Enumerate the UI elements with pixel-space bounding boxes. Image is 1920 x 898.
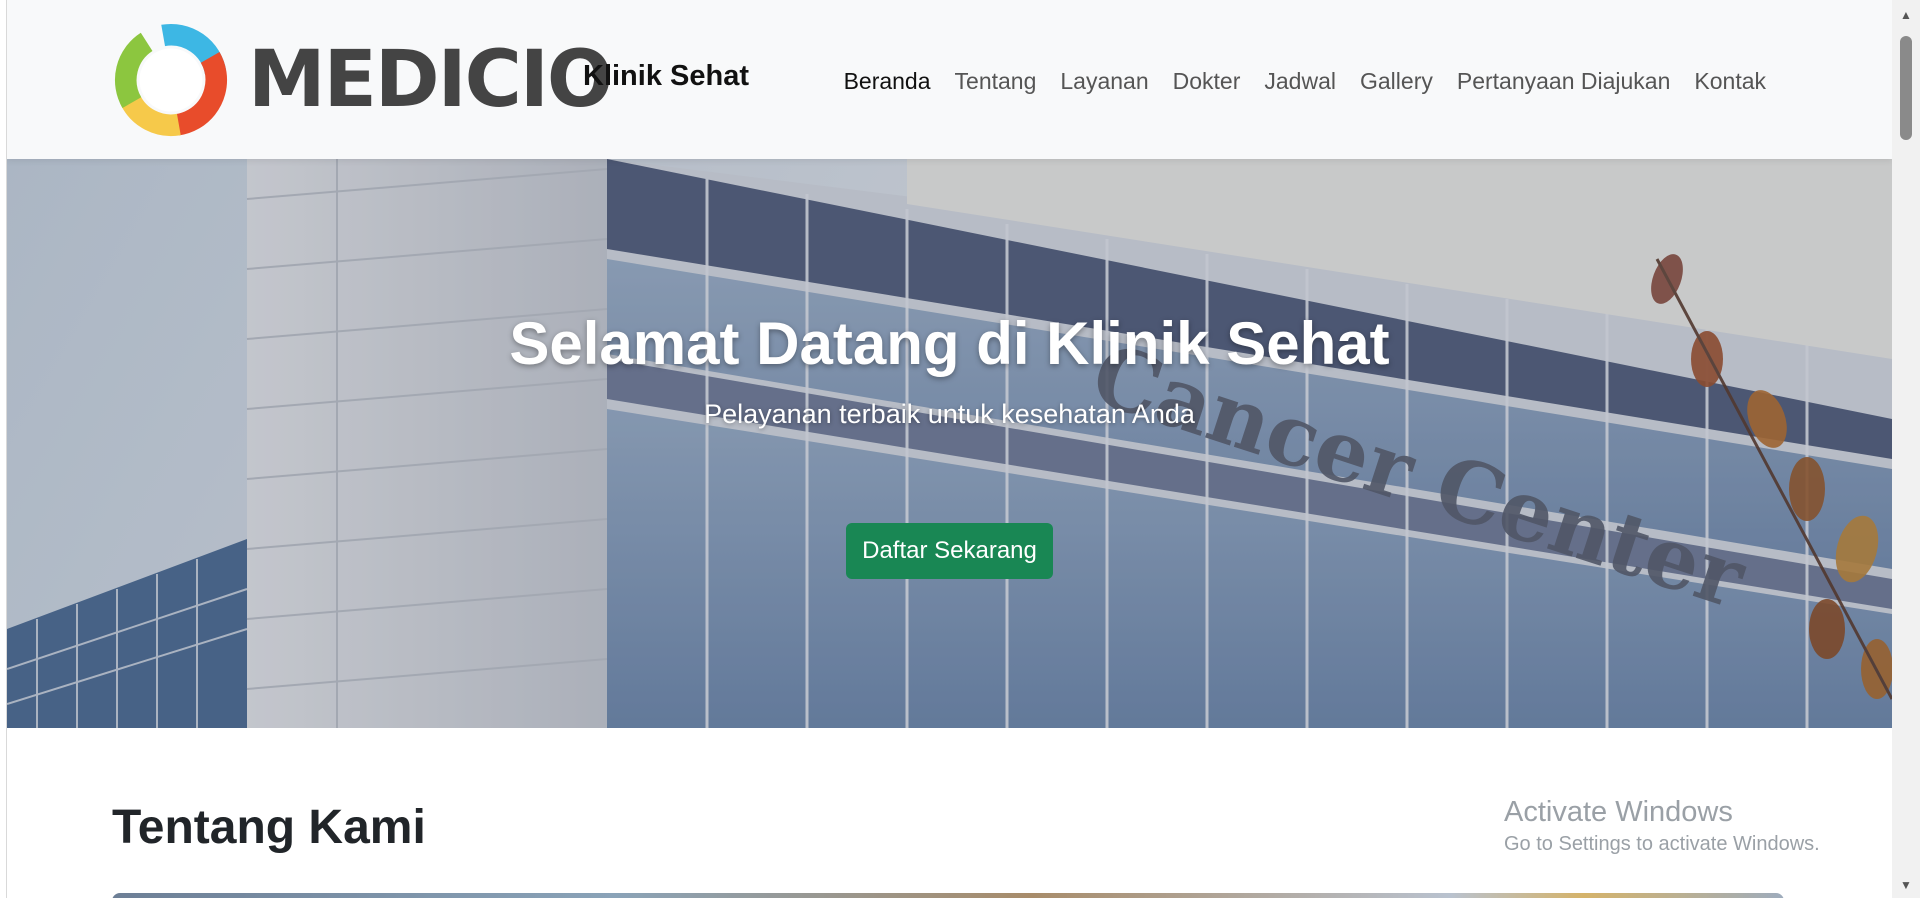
about-section-title: Tentang Kami — [112, 801, 426, 854]
watermark-subtitle: Go to Settings to activate Windows. — [1504, 833, 1820, 855]
scrollbar-thumb[interactable] — [1900, 36, 1912, 140]
nav-link-faq[interactable]: Pertanyaan Diajukan — [1445, 68, 1683, 95]
nav-link-gallery[interactable]: Gallery — [1348, 68, 1445, 95]
nav-menu: Beranda Tentang Layanan Dokter Jadwal Ga… — [832, 68, 1778, 95]
nav-link-layanan[interactable]: Layanan — [1048, 68, 1160, 95]
nav-link-dokter[interactable]: Dokter — [1161, 68, 1253, 95]
nav-link-beranda[interactable]: Beranda — [832, 68, 943, 95]
logo-wordmark: MEDICIO — [248, 35, 613, 125]
page-scrollbar[interactable]: ▲ ▼ — [1892, 0, 1920, 898]
hero-subtitle: Pelayanan terbaik untuk kesehatan Anda — [704, 399, 1195, 429]
medicio-logo-icon — [114, 23, 228, 137]
nav-link-kontak[interactable]: Kontak — [1682, 68, 1778, 95]
brand-name[interactable]: Klinik Sehat — [583, 60, 749, 93]
logo[interactable]: MEDICIO — [112, 20, 613, 140]
windows-activation-watermark: Activate Windows Go to Settings to activ… — [1504, 796, 1820, 856]
scroll-down-arrow-icon[interactable]: ▼ — [1892, 874, 1920, 896]
scroll-up-arrow-icon[interactable]: ▲ — [1892, 4, 1920, 26]
register-now-button[interactable]: Daftar Sekarang — [846, 523, 1053, 579]
navbar: MEDICIO Klinik Sehat Beranda Tentang Lay… — [7, 0, 1892, 159]
nav-link-tentang[interactable]: Tentang — [943, 68, 1049, 95]
watermark-title: Activate Windows — [1504, 796, 1733, 828]
browser-viewport: MEDICIO Klinik Sehat Beranda Tentang Lay… — [6, 0, 1892, 898]
hero-title: Selamat Datang di Klinik Sehat — [509, 310, 1390, 377]
hero-section: Cancer Center Selamat Datang di Klinik S… — [7, 159, 1892, 728]
hero-overlay — [7, 159, 1892, 728]
about-image — [112, 893, 1784, 898]
nav-link-jadwal[interactable]: Jadwal — [1252, 68, 1348, 95]
